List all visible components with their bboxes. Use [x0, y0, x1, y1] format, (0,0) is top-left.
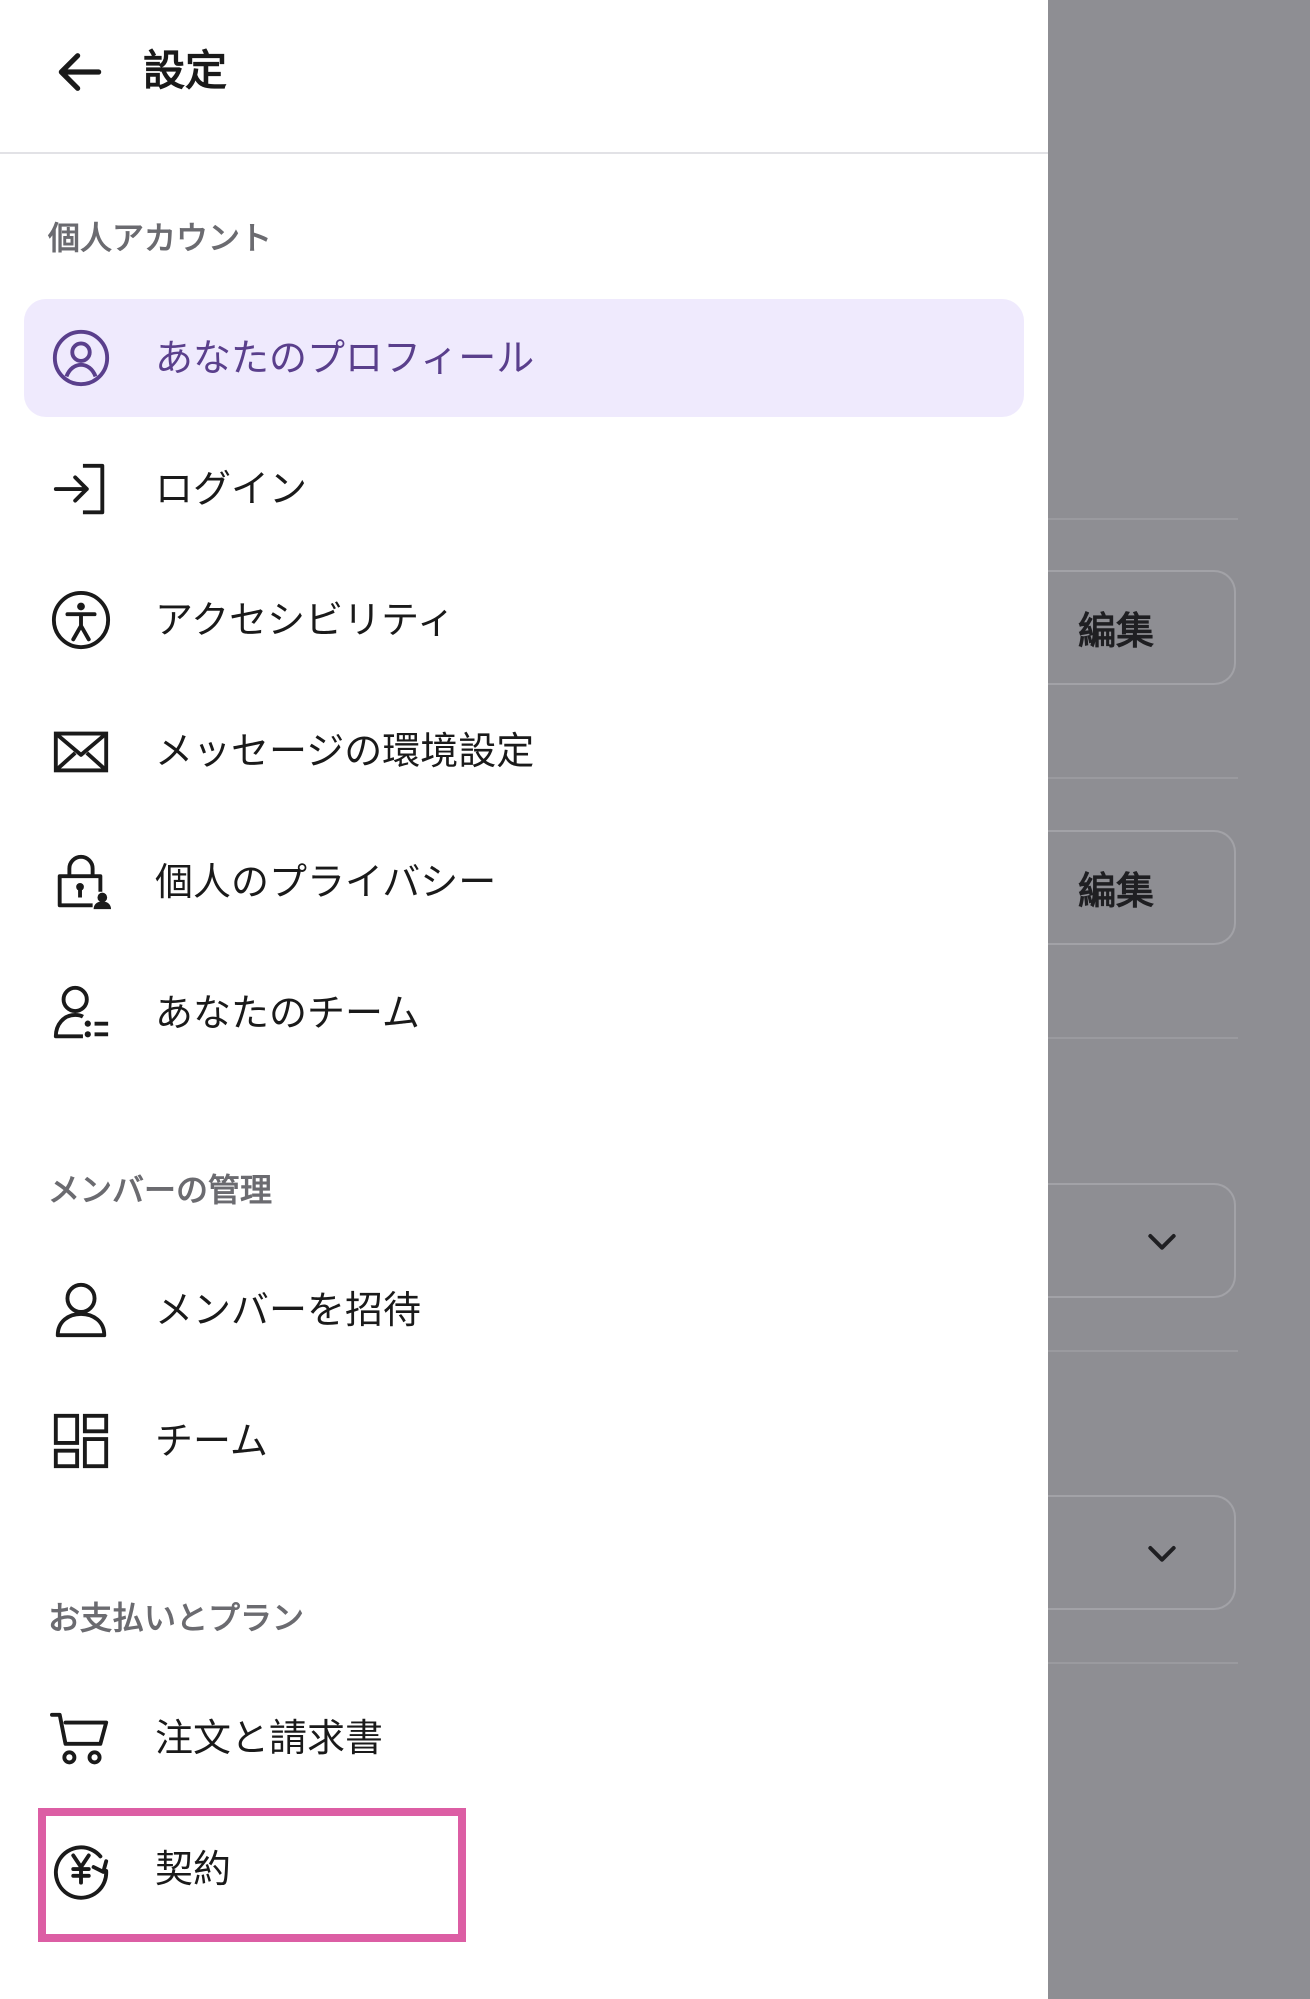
section-label-billing: お支払いとプラン	[48, 1599, 305, 1637]
settings-drawer: 設定 個人アカウント あなたのプロフィール ログイン アクセシビリティ メッセー…	[0, 0, 1048, 1999]
menu-item-team[interactable]: あなたのチーム	[24, 954, 1024, 1072]
menu-item-login[interactable]: ログイン	[24, 430, 1024, 548]
menu-item-orders[interactable]: 注文と請求書	[24, 1679, 1024, 1797]
section-label-personal: 個人アカウント	[48, 219, 273, 257]
menu-item-label: あなたのチーム	[155, 991, 420, 1035]
chevron-down-icon	[1148, 1545, 1176, 1562]
divider	[1048, 1037, 1238, 1039]
grid-icon	[50, 1410, 112, 1472]
lock-user-icon	[50, 851, 112, 913]
background-page: 編集 編集	[1048, 0, 1310, 1999]
user-circle-icon	[50, 327, 112, 389]
dropdown-select[interactable]	[1048, 1495, 1236, 1610]
menu-item-label: メッセージの環境設定	[155, 729, 535, 773]
menu-item-label: 契約	[155, 1847, 232, 1891]
menu-item-privacy[interactable]: 個人のプライバシー	[24, 823, 1024, 941]
chevron-down-icon	[1148, 1233, 1176, 1250]
menu-item-label: ログイン	[155, 467, 308, 511]
yen-cycle-icon	[50, 1838, 112, 1900]
dropdown-select[interactable]	[1048, 1183, 1236, 1298]
edit-button-label: 編集	[1077, 869, 1154, 913]
section-label-members: メンバーの管理	[48, 1171, 273, 1209]
mail-icon	[50, 720, 112, 782]
person-icon	[50, 1279, 112, 1341]
menu-item-label: 注文と請求書	[155, 1716, 384, 1760]
menu-item-messages[interactable]: メッセージの環境設定	[24, 692, 1024, 810]
page-title: 設定	[143, 46, 228, 95]
menu-item-teams[interactable]: チーム	[24, 1382, 1024, 1500]
back-button[interactable]	[52, 44, 108, 100]
edit-button[interactable]: 編集	[1048, 570, 1236, 685]
menu-item-contract[interactable]: 契約	[24, 1810, 1024, 1928]
edit-button-label: 編集	[1077, 609, 1154, 653]
menu-item-label: 個人のプライバシー	[155, 860, 497, 904]
divider	[1048, 777, 1238, 779]
edit-button[interactable]: 編集	[1048, 830, 1236, 945]
menu-item-invite[interactable]: メンバーを招待	[24, 1251, 1024, 1369]
menu-item-label: アクセシビリティ	[155, 598, 455, 642]
menu-item-label: チーム	[155, 1419, 268, 1463]
divider	[1048, 1350, 1238, 1352]
divider	[1048, 1662, 1238, 1664]
menu-item-label: あなたのプロフィール	[155, 336, 535, 380]
menu-item-label: メンバーを招待	[155, 1288, 422, 1332]
accessibility-icon	[50, 589, 112, 651]
menu-item-accessibility[interactable]: アクセシビリティ	[24, 561, 1024, 679]
menu-item-profile[interactable]: あなたのプロフィール	[24, 299, 1024, 417]
drawer-header: 設定	[0, 0, 1048, 154]
divider	[1048, 518, 1238, 520]
team-user-icon	[50, 982, 112, 1044]
arrow-left-icon	[58, 53, 102, 91]
cart-icon	[50, 1707, 112, 1769]
login-icon	[50, 458, 112, 520]
